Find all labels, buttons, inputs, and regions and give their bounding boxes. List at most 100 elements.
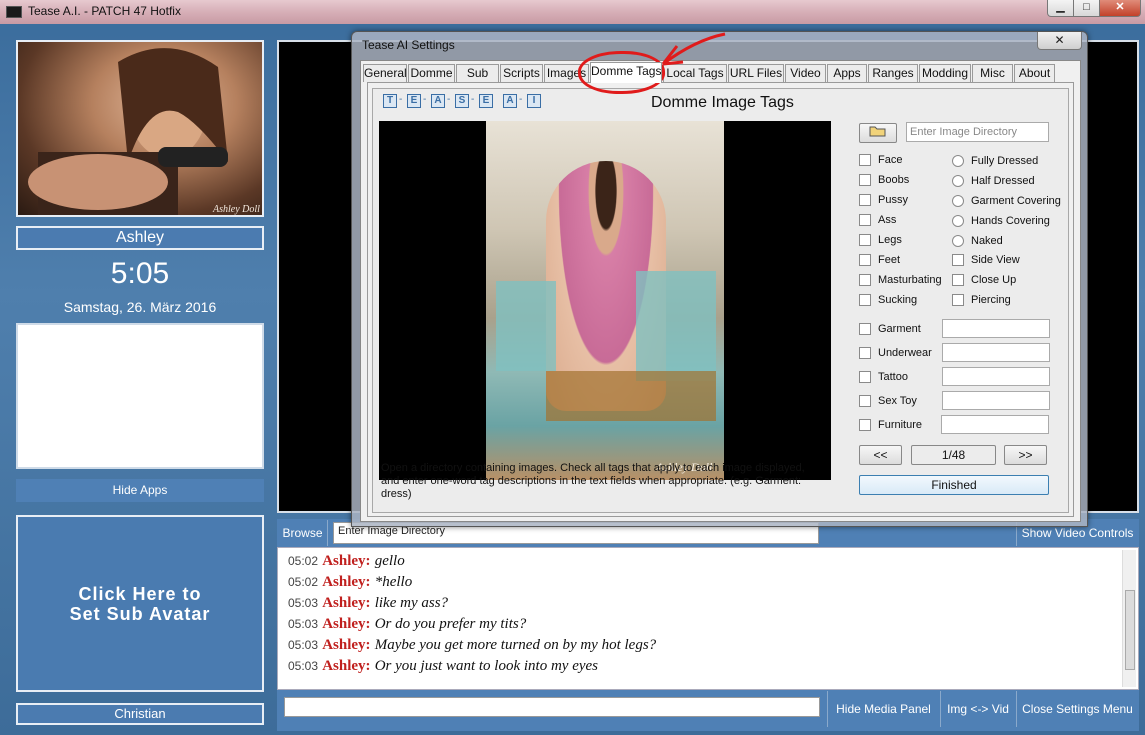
tattoo-text-field[interactable]	[942, 367, 1050, 386]
browse-button[interactable]: Browse	[278, 520, 328, 546]
close-window-button[interactable]: ✕	[1099, 0, 1141, 17]
tab-domme[interactable]: Domme	[408, 64, 455, 82]
logo-letter: S	[455, 94, 469, 108]
settings-close-button[interactable]: ✕	[1037, 32, 1082, 50]
checkbox[interactable]	[859, 347, 871, 359]
tag-checkbox-garment[interactable]: Garment	[859, 321, 921, 337]
chat-input[interactable]	[284, 697, 820, 717]
tag-radio-hands-covering[interactable]: Hands Covering	[952, 213, 1050, 229]
maximize-button[interactable]: □	[1073, 0, 1100, 17]
tag-checkbox-piercing[interactable]: Piercing	[952, 292, 1011, 308]
underwear-text-field[interactable]	[942, 343, 1050, 362]
finished-button[interactable]: Finished	[859, 475, 1049, 495]
radio[interactable]	[952, 175, 964, 187]
radio-label: Hands Covering	[971, 215, 1050, 227]
radio[interactable]	[952, 215, 964, 227]
tag-checkbox-legs[interactable]: Legs	[859, 232, 902, 248]
tag-checkbox-furniture[interactable]: Furniture	[859, 417, 922, 433]
domme-name-label: Ashley	[16, 226, 264, 250]
checkbox[interactable]	[859, 194, 871, 206]
photo-overlay: Ashley Doll	[496, 271, 716, 474]
set-sub-avatar-button[interactable]: Click Here to Set Sub Avatar	[16, 515, 264, 692]
tag-checkbox-sex-toy[interactable]: Sex Toy	[859, 393, 917, 409]
tag-checkbox-feet[interactable]: Feet	[859, 252, 900, 268]
furniture-text-field[interactable]	[941, 415, 1049, 434]
next-image-button[interactable]: >>	[1004, 445, 1047, 465]
checkbox[interactable]	[952, 254, 964, 266]
tag-checkbox-close-up[interactable]: Close Up	[952, 272, 1016, 288]
tag-checkbox-ass[interactable]: Ass	[859, 212, 896, 228]
open-folder-button[interactable]	[859, 123, 897, 143]
checkbox[interactable]	[859, 234, 871, 246]
chat-text: Or do you prefer my tits?	[374, 616, 527, 632]
title-bar[interactable]: Tease A.I. - PATCH 47 Hotfix ▁ □ ✕	[0, 0, 1145, 24]
tab-sub[interactable]: Sub	[456, 64, 499, 82]
checkbox[interactable]	[859, 274, 871, 286]
chat-message: 05:03 Ashley: like my ass?	[288, 594, 656, 615]
tag-radio-half-dressed[interactable]: Half Dressed	[952, 173, 1035, 189]
tag-checkbox-pussy[interactable]: Pussy	[859, 192, 908, 208]
previous-image-button[interactable]: <<	[859, 445, 902, 465]
image-directory-input[interactable]: Enter Image Directory	[906, 122, 1049, 142]
annotation-arrow	[661, 32, 726, 66]
tab-about[interactable]: About	[1014, 64, 1055, 82]
folder-icon	[869, 126, 886, 137]
tab-scripts[interactable]: Scripts	[500, 64, 543, 82]
tab-misc[interactable]: Misc	[972, 64, 1013, 82]
chat-text: gello	[374, 553, 405, 569]
tab-url-files[interactable]: URL Files	[728, 64, 784, 82]
checkbox[interactable]	[859, 323, 871, 335]
sex-toy-text-field[interactable]	[942, 391, 1050, 410]
panel-title: Domme Image Tags	[651, 94, 794, 111]
checkbox[interactable]	[859, 419, 871, 431]
tab-modding[interactable]: Modding	[919, 64, 971, 82]
checkbox[interactable]	[952, 274, 964, 286]
chat-sender: Ashley:	[322, 595, 371, 611]
minimize-button[interactable]: ▁	[1047, 0, 1074, 17]
checkbox[interactable]	[859, 154, 871, 166]
checkbox[interactable]	[859, 254, 871, 266]
date-label: Samstag, 26. März 2016	[63, 299, 217, 315]
tag-checkbox-tattoo[interactable]: Tattoo	[859, 369, 908, 385]
radio[interactable]	[952, 155, 964, 167]
garment-text-field[interactable]	[942, 319, 1050, 338]
radio[interactable]	[952, 195, 964, 207]
checkbox[interactable]	[859, 371, 871, 383]
hide-apps-button[interactable]: Hide Apps	[16, 479, 264, 502]
checkbox[interactable]	[952, 294, 964, 306]
logo-letter: A	[431, 94, 445, 108]
tag-radio-garment-covering[interactable]: Garment Covering	[952, 193, 1061, 209]
checkbox-label: Furniture	[878, 419, 923, 431]
checkbox[interactable]	[859, 395, 871, 407]
tab-general[interactable]: General	[363, 64, 407, 82]
checkbox[interactable]	[859, 294, 871, 306]
chat-log[interactable]: 05:02 Ashley: gello 05:02 Ashley: *hello…	[277, 547, 1139, 690]
hide-media-panel-button[interactable]: Hide Media Panel	[827, 691, 939, 727]
window-title: Tease A.I. - PATCH 47 Hotfix	[28, 4, 181, 18]
tag-checkbox-masturbating[interactable]: Masturbating	[859, 272, 942, 288]
settings-body: General Domme Sub Scripts Images Domme T…	[360, 60, 1081, 522]
checkbox-label: Face	[878, 154, 903, 166]
tag-checkbox-boobs[interactable]: Boobs	[859, 172, 909, 188]
checkbox[interactable]	[859, 174, 871, 186]
chat-timestamp: 05:02	[288, 554, 319, 568]
chat-scrollbar[interactable]	[1122, 550, 1136, 687]
tab-video[interactable]: Video	[785, 64, 826, 82]
close-settings-menu-button[interactable]: Close Settings Menu	[1016, 691, 1138, 727]
img-vid-toggle-button[interactable]: Img <-> Vid	[940, 691, 1015, 727]
tab-domme-tags[interactable]: Domme Tags	[590, 62, 662, 83]
tag-checkbox-side-view[interactable]: Side View	[952, 252, 1020, 268]
tab-ranges[interactable]: Ranges	[868, 64, 918, 82]
chat-scroll-thumb[interactable]	[1125, 590, 1135, 670]
tag-checkbox-face[interactable]: Face	[859, 152, 902, 168]
tag-checkbox-underwear[interactable]: Underwear	[859, 345, 932, 361]
tag-checkbox-sucking[interactable]: Sucking	[859, 292, 917, 308]
tab-apps[interactable]: Apps	[827, 64, 867, 82]
radio[interactable]	[952, 235, 964, 247]
tag-radio-naked[interactable]: Naked	[952, 233, 1003, 249]
domme-avatar-image[interactable]: Ashley Doll	[16, 40, 264, 217]
checkbox[interactable]	[859, 214, 871, 226]
settings-title: Tease AI Settings	[362, 38, 455, 52]
tag-radio-fully-dressed[interactable]: Fully Dressed	[952, 153, 1038, 169]
chat-sender: Ashley:	[322, 658, 371, 674]
